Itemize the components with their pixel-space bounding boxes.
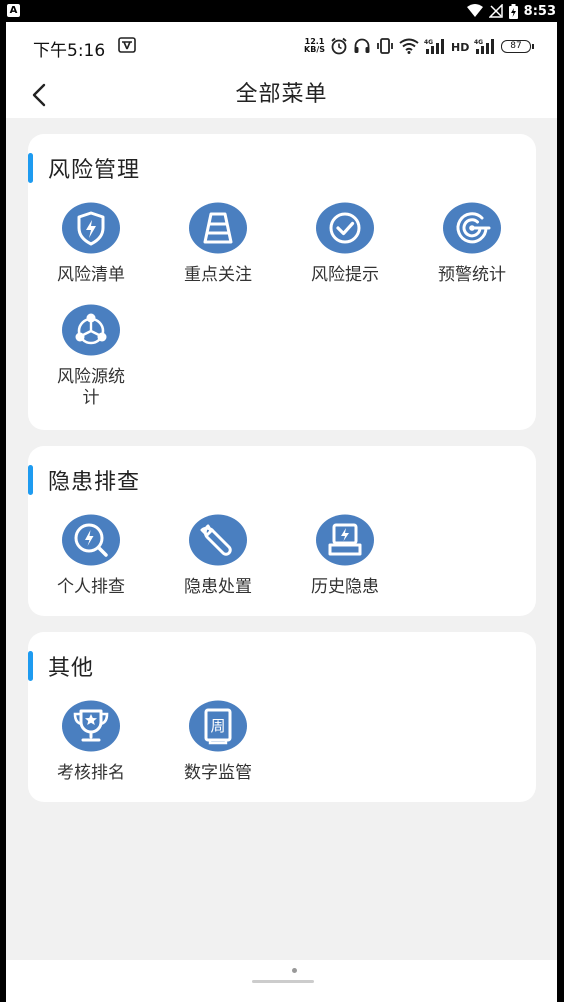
section-risk-management: 风险管理 风险清单 重点关注 风险提示 预警统计 风险源统 计 <box>28 134 536 430</box>
section-other: 其他 考核排名 周 数字监管 <box>28 632 536 802</box>
menu-item-risk-list[interactable]: 风险清单 <box>41 202 141 286</box>
status-bar: 下午5:16 12.1 KB/S 4G HD 4G 87 <box>6 22 557 70</box>
menu-item-label: 风险提示 <box>311 265 379 285</box>
menu-item-personal-inspection[interactable]: 个人排查 <box>41 514 141 598</box>
trophy-icon <box>62 700 120 752</box>
menu-item-label: 风险清单 <box>57 265 125 285</box>
signal-4g-icon: 4G <box>424 39 444 54</box>
phone-screen: 下午5:16 12.1 KB/S 4G HD 4G 87 全部菜单 风险管理 风… <box>6 22 557 1002</box>
radar-icon <box>443 202 501 254</box>
section-title: 隐患排查 <box>48 470 141 495</box>
menu-item-label: 重点关注 <box>184 265 252 285</box>
menu-item-label: 个人排查 <box>57 577 125 597</box>
menu-item-label: 预警统计 <box>438 265 506 285</box>
notification-app-icon <box>118 37 136 53</box>
section-title: 其他 <box>48 656 95 681</box>
signal-4g-label-2: 4G <box>474 39 483 46</box>
shield-bolt-icon <box>62 202 120 254</box>
emulator-status-bar: A 8:53 <box>0 0 564 22</box>
battery-charging-icon <box>508 3 518 19</box>
menu-item-hazard-disposal[interactable]: 隐患处置 <box>168 514 268 598</box>
section-header: 其他 <box>28 650 94 682</box>
signal-4g-icon-2: 4G <box>474 39 494 54</box>
menu-item-label: 历史隐患 <box>311 577 379 597</box>
status-time: 下午5:16 <box>33 41 106 61</box>
wifi-icon <box>399 38 419 54</box>
menu-item-label: 考核排名 <box>57 763 125 783</box>
hd-icon: HD <box>451 41 469 54</box>
section-header: 隐患排查 <box>28 464 140 496</box>
section-accent-bar <box>28 651 33 681</box>
emulator-clock: 8:53 <box>523 3 556 19</box>
network-icon <box>62 304 120 356</box>
no-signal-icon <box>488 4 503 18</box>
emulator-badge: A <box>7 4 20 17</box>
menu-item-assessment-ranking[interactable]: 考核排名 <box>41 700 141 784</box>
section-accent-bar <box>28 153 33 183</box>
menu-item-digital-supervision[interactable]: 周 数字监管 <box>168 700 268 784</box>
section-header: 风险管理 <box>28 152 140 184</box>
svg-text:HD: HD <box>451 41 469 54</box>
calendar-glyph: 周 <box>210 717 225 735</box>
signal-4g-label: 4G <box>424 39 433 46</box>
status-icons: 12.1 KB/S 4G HD 4G 87 <box>304 36 534 56</box>
menu-item-risk-source-stats[interactable]: 风险源统 计 <box>41 304 141 409</box>
alarm-icon <box>331 37 347 55</box>
calendar-week-icon: 周 <box>189 700 247 752</box>
menu-item-key-focus[interactable]: 重点关注 <box>168 202 268 286</box>
gesture-navigation-bar <box>6 960 557 1002</box>
menu-item-label: 隐患处置 <box>184 577 252 597</box>
section-title: 风险管理 <box>48 158 141 183</box>
inbox-bolt-icon <box>316 514 374 566</box>
menu-item-label: 风险源统 计 <box>57 367 125 408</box>
headset-icon <box>354 38 370 53</box>
section-hazard-inspection: 隐患排查 个人排查 隐患处置 历史隐患 <box>28 446 536 616</box>
title-bar: 全部菜单 <box>6 70 557 118</box>
vibrate-icon <box>377 38 393 54</box>
road-icon <box>189 202 247 254</box>
home-gesture-handle[interactable] <box>252 980 314 983</box>
nav-indicator-dot <box>292 968 297 973</box>
check-circle-icon <box>316 202 374 254</box>
menu-item-risk-alert[interactable]: 风险提示 <box>295 202 395 286</box>
net-speed: 12.1 KB/S <box>304 38 325 54</box>
wifi-icon <box>466 4 483 17</box>
menu-item-history-hazards[interactable]: 历史隐患 <box>295 514 395 598</box>
emulator-status-icons: 8:53 <box>466 2 556 20</box>
section-accent-bar <box>28 465 33 495</box>
battery-indicator: 87 <box>501 39 534 53</box>
wrench-icon <box>189 514 247 566</box>
menu-item-label: 数字监管 <box>184 763 252 783</box>
search-bolt-icon <box>62 514 120 566</box>
menu-item-warning-stats[interactable]: 预警统计 <box>422 202 522 286</box>
page-title: 全部菜单 <box>235 82 328 107</box>
net-speed-unit: KB/S <box>304 45 325 54</box>
